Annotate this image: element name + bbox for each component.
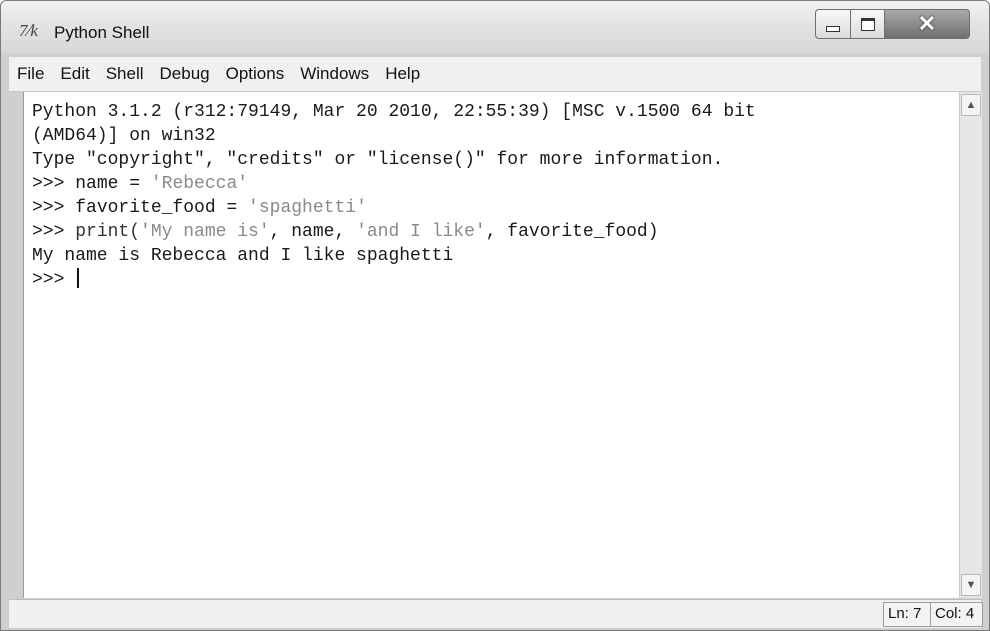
maximize-icon <box>860 17 875 31</box>
menu-windows[interactable]: Windows <box>292 64 377 84</box>
menu-options[interactable]: Options <box>218 64 293 84</box>
prompt: >>> <box>32 270 76 290</box>
window-title: Python Shell <box>54 23 150 42</box>
current-prompt-line[interactable]: >>> <box>32 268 80 292</box>
menu-edit[interactable]: Edit <box>52 64 97 84</box>
code: name = <box>75 174 151 194</box>
maximize-button[interactable] <box>851 9 885 39</box>
vertical-scrollbar[interactable]: ▲ ▼ <box>959 92 982 598</box>
title-bar[interactable]: 7⁄k Python Shell ✕ <box>1 1 989 53</box>
shell-text-area[interactable]: Python 3.1.2 (r312:79149, Mar 20 2010, 2… <box>23 92 960 598</box>
menu-shell[interactable]: Shell <box>98 64 152 84</box>
close-button[interactable]: ✕ <box>885 9 970 39</box>
string-literal: 'spaghetti' <box>248 198 367 218</box>
input-line-3: >>> print('My name is', name, 'and I lik… <box>32 220 659 244</box>
prompt: >>> <box>32 222 76 242</box>
scroll-up-arrow-icon[interactable]: ▲ <box>961 94 981 116</box>
close-icon: ✕ <box>917 11 937 36</box>
text-cursor <box>77 268 80 288</box>
code: , name, <box>269 222 357 242</box>
banner-line-2: (AMD64)] on win32 <box>32 126 216 146</box>
line-number-indicator: Ln: 7 <box>883 602 933 627</box>
input-line-1: >>> name = 'Rebecca' <box>32 172 248 196</box>
idle-app-icon: 7⁄k <box>19 21 38 40</box>
input-line-2: >>> favorite_food = 'spaghetti' <box>32 196 367 220</box>
prompt: >>> <box>32 198 76 218</box>
menu-file[interactable]: File <box>9 64 52 84</box>
string-literal: 'and I like' <box>356 222 486 242</box>
python-shell-window: 7⁄k Python Shell ✕ File Edit Shell Debug… <box>0 0 990 631</box>
banner-line-1: Python 3.1.2 (r312:79149, Mar 20 2010, 2… <box>32 102 756 122</box>
status-bar: Ln: 7 Col: 4 <box>9 599 983 628</box>
prompt: >>> <box>32 174 76 194</box>
code: print( <box>75 222 141 242</box>
banner-line-3: Type "copyright", "credits" or "license(… <box>32 150 724 170</box>
scroll-down-arrow-icon[interactable]: ▼ <box>961 574 981 596</box>
minimize-icon <box>826 26 840 32</box>
string-literal: 'My name is' <box>140 222 270 242</box>
code: favorite_food = <box>75 198 249 218</box>
minimize-button[interactable] <box>815 9 851 39</box>
menu-bar: File Edit Shell Debug Options Windows He… <box>9 57 981 92</box>
string-literal: 'Rebecca' <box>150 174 249 194</box>
menu-help[interactable]: Help <box>377 64 428 84</box>
menu-debug[interactable]: Debug <box>152 64 218 84</box>
output-line: My name is Rebecca and I like spaghetti <box>32 246 454 266</box>
code: , favorite_food) <box>485 222 659 242</box>
window-controls: ✕ <box>815 9 970 41</box>
column-number-indicator: Col: 4 <box>930 602 983 627</box>
